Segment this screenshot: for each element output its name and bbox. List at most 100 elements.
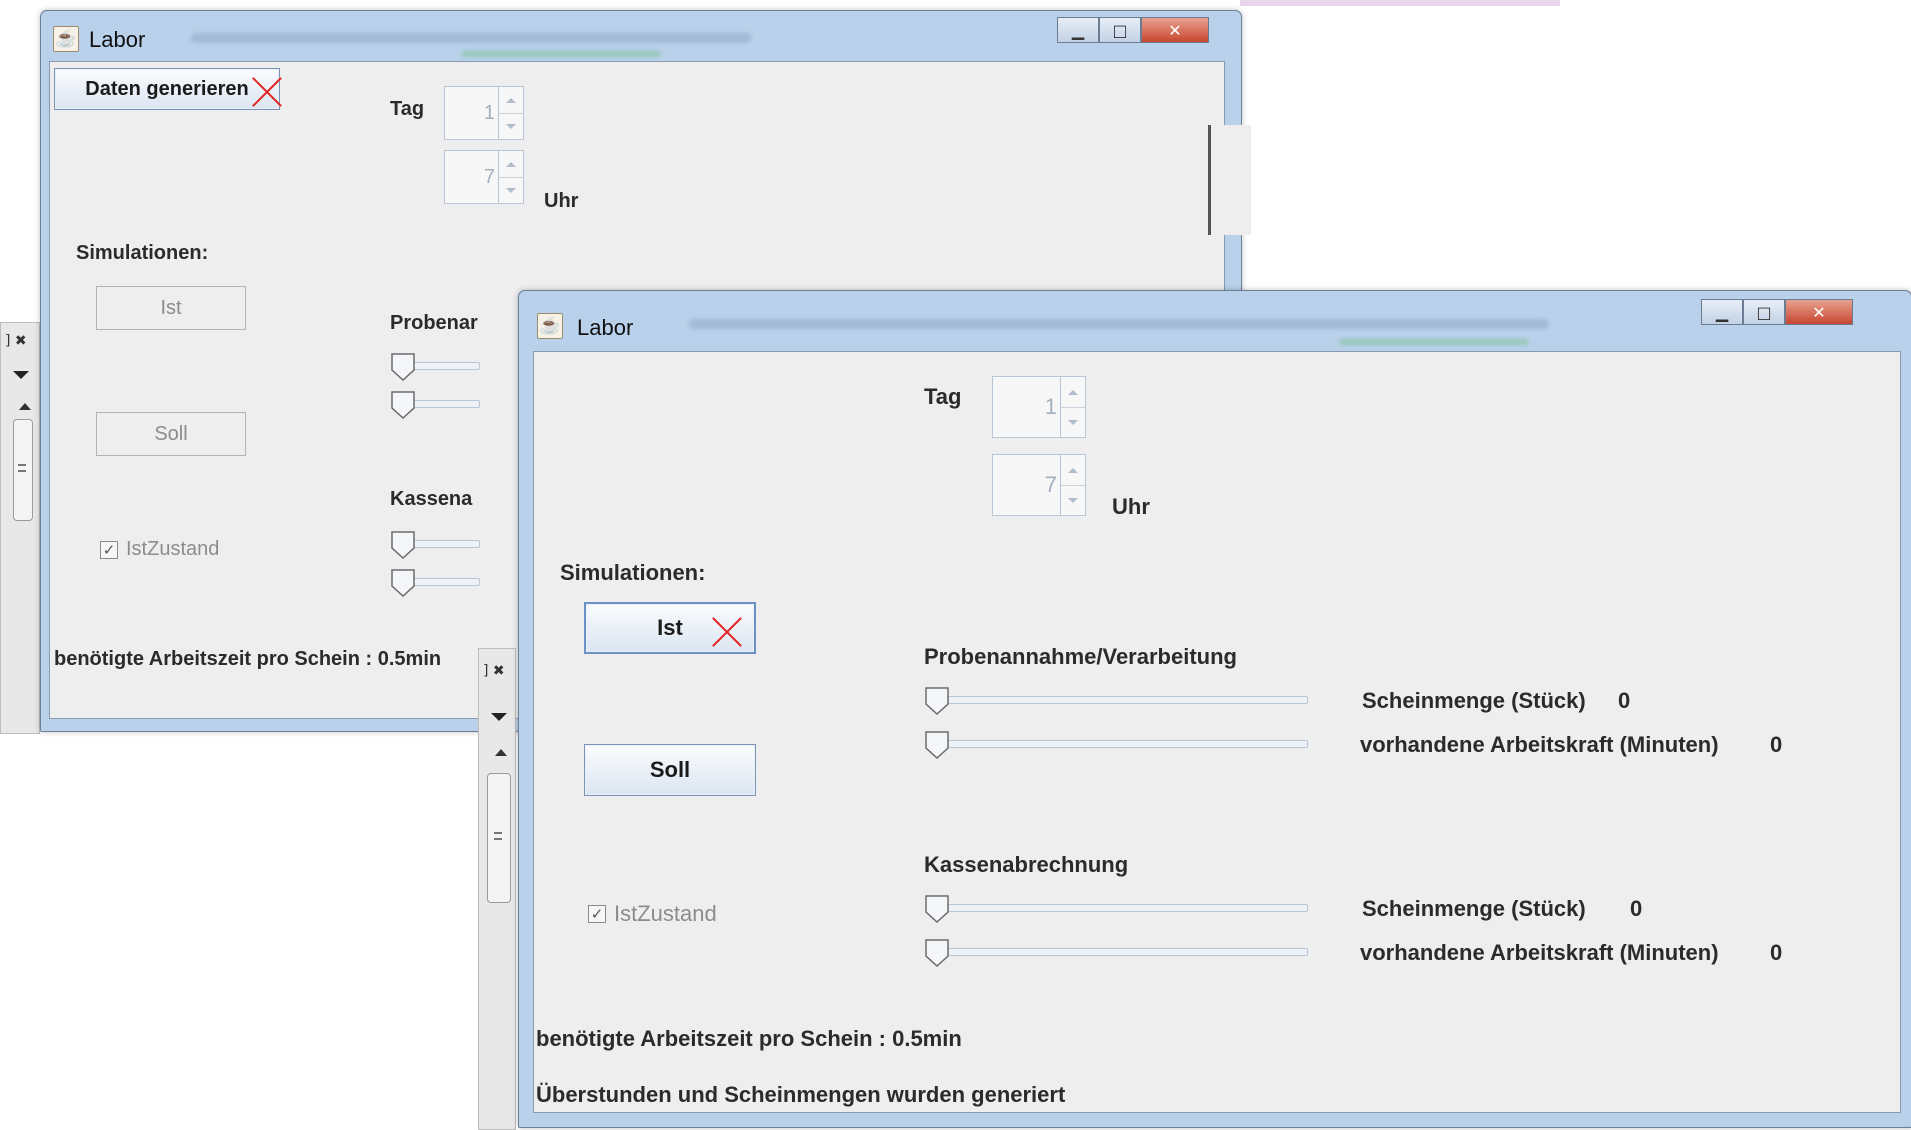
chevron-up-icon [506, 97, 516, 103]
tag-label: Tag [924, 384, 962, 409]
spinner-up-button[interactable] [1061, 455, 1085, 486]
maximize-button[interactable]: □ [1099, 17, 1141, 43]
kasse-arbeitskraft-slider[interactable] [924, 938, 1308, 968]
window-controls: ▁ □ ✕ [1701, 299, 1853, 325]
soll-label: Soll [649, 757, 691, 782]
chevron-up-icon [506, 161, 516, 167]
spinner-down-button[interactable] [1061, 485, 1085, 515]
kasse-scheinmenge-value: 0 [1630, 896, 1643, 921]
kasse-scheinmenge-slider[interactable] [390, 530, 480, 560]
scroll-grip-icon [18, 464, 26, 472]
generate-data-button[interactable]: Daten generieren [54, 68, 280, 110]
close-icon[interactable]: ] ✖ [5, 333, 27, 349]
scroll-up-arrow-icon[interactable] [19, 403, 31, 410]
scrollbar-thumb[interactable] [487, 773, 511, 903]
istzustand-checkbox[interactable]: ✓ IstZustand [100, 538, 219, 561]
kasse-arbeitskraft-value: 0 [1770, 940, 1783, 965]
probe-scheinmenge-slider[interactable] [390, 352, 480, 382]
background-window-edge [1208, 125, 1251, 235]
tag-spinner[interactable]: 1 [992, 376, 1086, 438]
blurred-background-text [689, 319, 1549, 329]
slider-thumb-icon[interactable] [390, 568, 416, 598]
window-title: Labor [577, 315, 634, 340]
window-title: Labor [89, 27, 146, 52]
spinner-up-button[interactable] [499, 151, 523, 178]
scrollbar-thumb[interactable] [13, 419, 33, 521]
kasse-section-title: Kassenabrechnung [924, 852, 1129, 877]
slider-thumb-icon[interactable] [390, 530, 416, 560]
probe-arbeitskraft-value: 0 [1770, 732, 1783, 757]
slider-thumb-icon[interactable] [924, 686, 950, 716]
minimize-button[interactable]: ▁ [1701, 299, 1743, 325]
chevron-down-icon [506, 187, 516, 193]
spinner-up-button[interactable] [499, 87, 523, 114]
kasse-arbeitskraft-label: vorhandene Arbeitskraft (Minuten) [1360, 940, 1719, 965]
title-bar[interactable]: ☕ Labor ▁ □ ✕ [41, 11, 1241, 57]
slider-thumb-icon[interactable] [390, 390, 416, 420]
probe-section-title: Probenar [390, 312, 478, 334]
chevron-up-icon [1068, 389, 1078, 395]
istzustand-checkbox[interactable]: ✓ IstZustand [588, 901, 717, 927]
ist-button[interactable]: Ist [96, 286, 246, 330]
tag-value: 1 [1044, 394, 1057, 419]
uhr-spinner[interactable]: 7 [992, 454, 1086, 516]
checkbox-icon: ✓ [588, 905, 606, 923]
chevron-down-icon [1068, 497, 1078, 503]
labor-window-foreground: ☕ Labor ▁ □ ✕ Tag 1 7 Uhr Simulationen: [518, 290, 1911, 1128]
generate-data-label: Daten generieren [85, 77, 249, 100]
tag-value: 1 [483, 101, 495, 124]
window-content: Tag 1 7 Uhr Simulationen: Ist Soll ✓ Ist… [533, 351, 1901, 1113]
tag-spinner[interactable]: 1 [444, 86, 524, 140]
blurred-background-text [1339, 339, 1529, 345]
background-side-panel-left: ] ✖ [0, 322, 40, 734]
kasse-scheinmenge-slider[interactable] [924, 894, 1308, 924]
kasse-arbeitskraft-slider[interactable] [390, 568, 480, 598]
slider-thumb-icon[interactable] [924, 938, 950, 968]
slider-thumb-icon[interactable] [924, 730, 950, 760]
maximize-button[interactable]: □ [1743, 299, 1785, 325]
soll-label: Soll [154, 422, 188, 445]
uhr-value: 7 [483, 165, 495, 188]
simulations-label: Simulationen: [560, 560, 706, 585]
background-side-panel-middle: ] ✖ [478, 648, 516, 1130]
probe-scheinmenge-label: Scheinmenge (Stück) [1362, 688, 1586, 713]
slider-thumb-icon[interactable] [924, 894, 950, 924]
simulations-label: Simulationen: [76, 242, 209, 264]
ist-label: Ist [657, 615, 683, 640]
probe-scheinmenge-value: 0 [1618, 688, 1631, 713]
title-bar[interactable]: ☕ Labor ▁ □ ✕ [519, 291, 1911, 345]
chevron-down-icon [506, 123, 516, 129]
desktop-top-line [1240, 0, 1560, 6]
tag-label: Tag [390, 98, 425, 120]
minimize-button[interactable]: ▁ [1057, 17, 1099, 43]
slider-track [930, 740, 1308, 748]
slider-thumb-icon[interactable] [390, 352, 416, 382]
red-cross-marker [248, 72, 286, 110]
checkbox-icon: ✓ [100, 540, 118, 559]
close-button[interactable]: ✕ [1785, 299, 1853, 325]
probe-arbeitskraft-slider[interactable] [924, 730, 1308, 760]
close-icon[interactable]: ] ✖ [483, 663, 505, 679]
uhr-value: 7 [1044, 472, 1057, 497]
uhr-label: Uhr [544, 190, 579, 212]
kasse-section-title: Kassena [390, 488, 473, 510]
chevron-down-icon[interactable] [491, 713, 507, 721]
spinner-down-button[interactable] [1061, 407, 1085, 437]
probe-arbeitskraft-label: vorhandene Arbeitskraft (Minuten) [1360, 732, 1719, 757]
uhr-label: Uhr [1112, 494, 1150, 519]
chevron-down-icon[interactable] [13, 371, 29, 379]
ist-label: Ist [160, 296, 182, 319]
probe-scheinmenge-slider[interactable] [924, 686, 1308, 716]
spinner-down-button[interactable] [499, 113, 523, 139]
spinner-down-button[interactable] [499, 177, 523, 203]
probe-arbeitskraft-slider[interactable] [390, 390, 480, 420]
blurred-background-text [461, 51, 661, 57]
spinner-up-button[interactable] [1061, 377, 1085, 408]
window-controls: ▁ □ ✕ [1057, 17, 1209, 43]
uhr-spinner[interactable]: 7 [444, 150, 524, 204]
soll-button[interactable]: Soll [584, 744, 756, 796]
status-message: Überstunden und Scheinmengen wurden gene… [536, 1082, 1066, 1107]
scroll-up-arrow-icon[interactable] [495, 749, 507, 756]
close-button[interactable]: ✕ [1141, 17, 1209, 43]
soll-button[interactable]: Soll [96, 412, 246, 456]
